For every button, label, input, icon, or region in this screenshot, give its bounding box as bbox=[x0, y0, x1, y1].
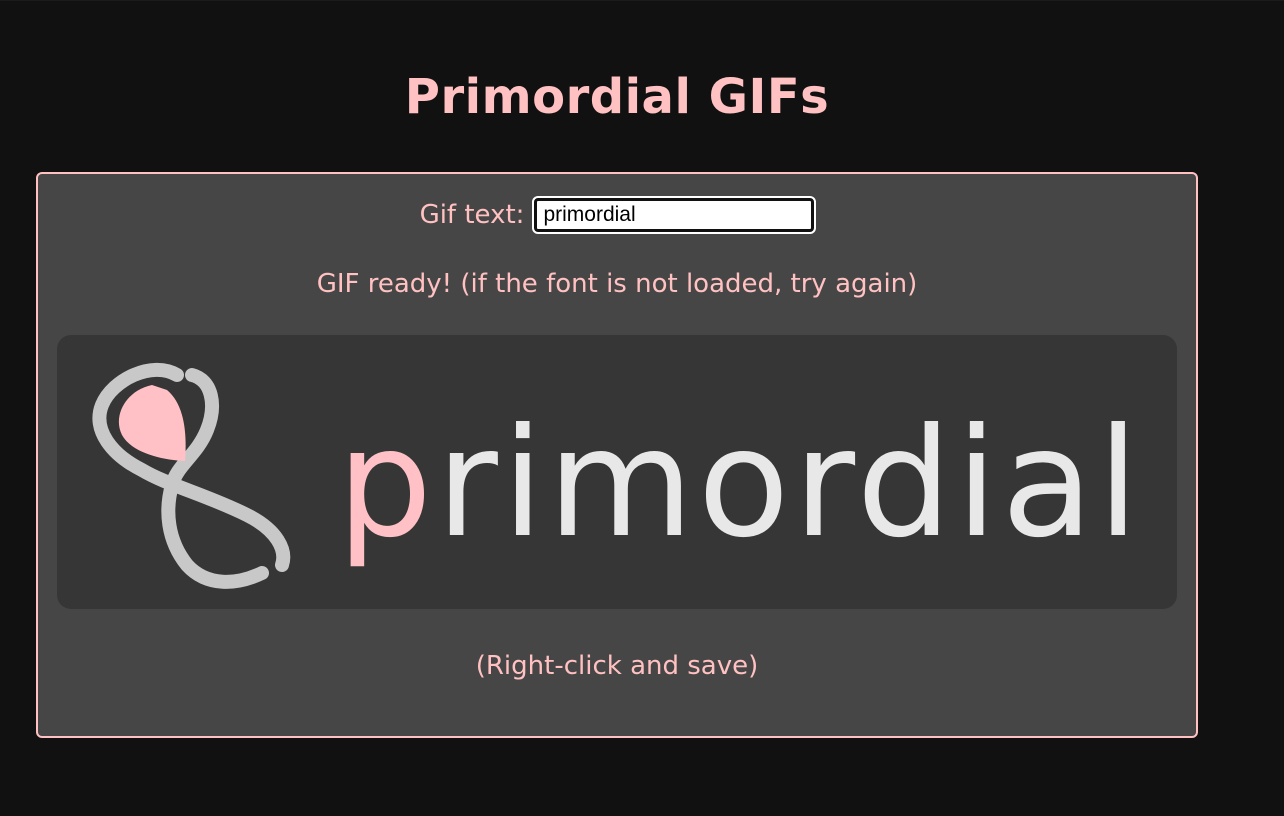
gif-text-row: Gif text: bbox=[38, 196, 1196, 234]
top-strip bbox=[0, 0, 1284, 1]
page-title: Primordial GIFs bbox=[404, 69, 830, 125]
primordial-logo-icon bbox=[92, 362, 291, 589]
status-message: GIF ready! (if the font is not loaded, t… bbox=[316, 269, 918, 299]
gif-text-label: Gif text: bbox=[419, 200, 525, 230]
gif-preview[interactable]: primordial bbox=[57, 335, 1177, 609]
gif-image: primordial bbox=[92, 362, 1143, 589]
save-hint: (Right-click and save) bbox=[475, 651, 759, 681]
gif-panel: Gif text: GIF ready! (if the font is not… bbox=[36, 172, 1198, 738]
gif-text-input[interactable] bbox=[532, 196, 817, 234]
gif-text-rendered: primordial bbox=[337, 397, 1143, 571]
